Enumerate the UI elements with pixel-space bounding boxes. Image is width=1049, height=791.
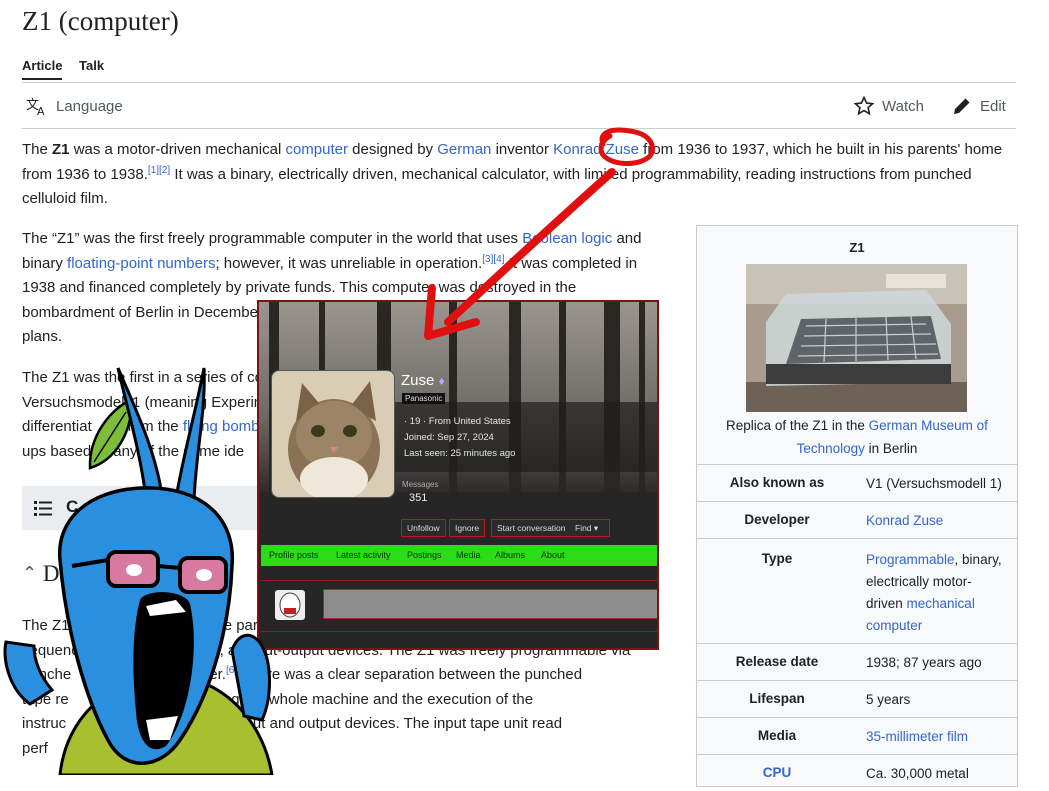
tab-about[interactable]: About — [541, 550, 565, 560]
reference-link[interactable]: [3][4] — [482, 254, 504, 265]
post-input[interactable] — [323, 589, 657, 619]
page-title: Z1 (computer) — [22, 6, 179, 36]
reference-link[interactable]: [6] — [226, 665, 237, 676]
tab-article[interactable]: Article — [22, 58, 63, 80]
pencil-icon — [954, 98, 970, 114]
reference-link[interactable]: [7] — [205, 739, 216, 750]
tab-media[interactable]: Media — [456, 550, 481, 560]
tab-albums[interactable]: Albums — [495, 550, 525, 560]
tab-latest-activity[interactable]: Latest activity — [336, 550, 391, 560]
infobox-row: Developer Konrad Zuse — [697, 501, 1017, 538]
infobox-caption: Replica of the Z1 in the German Museum o… — [726, 418, 988, 456]
profile-tabs: Profile posts Latest activity Postings M… — [261, 545, 657, 566]
link-computer-type[interactable]: computer — [866, 618, 922, 633]
watch-label: Watch — [882, 97, 924, 115]
paragraph-intro: The Z1 was a motor-driven mechanical com… — [22, 141, 1003, 207]
profile-location: · 19 · From United States — [404, 416, 511, 427]
link-flying-bomb[interactable]: flying bomb — [183, 418, 260, 435]
ignore-button[interactable]: Ignore — [449, 519, 486, 537]
link-computer[interactable]: computer — [285, 141, 348, 158]
section-title: D — [42, 561, 60, 586]
list-icon — [34, 501, 52, 516]
profile-badge: Panasonic — [402, 393, 446, 404]
chevron-up-icon: ⌃ — [22, 563, 38, 583]
infobox-row: Also known as V1 (Versuchsmodell 1) — [697, 464, 1017, 501]
profile-joined: Joined: Sep 27, 2024 — [404, 432, 494, 443]
profile-post-composer — [261, 580, 657, 632]
page-tabs: Article Talk — [22, 58, 1016, 83]
infobox-row: Release date 1938; 87 years ago — [697, 643, 1017, 680]
infobox-row: CPU Ca. 30,000 metal — [697, 754, 1017, 791]
svg-text:A: A — [37, 105, 45, 116]
messages-label: Messages — [402, 480, 439, 489]
tab-postings[interactable]: Postings — [407, 550, 442, 560]
poster-avatar — [275, 590, 305, 620]
infobox: Z1 Replica of the Z1 in the German Museu… — [696, 225, 1018, 787]
language-button[interactable]: 文 A Language — [26, 96, 123, 117]
profile-username: Zuse ♦ — [401, 372, 445, 389]
link-german[interactable]: German — [437, 141, 491, 158]
table-of-contents-toggle[interactable]: C — [22, 486, 262, 530]
unfollow-button[interactable]: Unfollow — [401, 519, 446, 537]
messages-count[interactable]: 351 — [409, 492, 427, 504]
page-toolbar: 文 A Language Watch Edit — [22, 84, 1016, 129]
section-heading[interactable]: ⌃ D — [22, 561, 59, 587]
infobox-row: Media 35-millimeter film — [697, 717, 1017, 754]
link-konrad-zuse[interactable]: Konrad Zuse — [553, 141, 639, 158]
gem-icon: ♦ — [438, 374, 445, 388]
watch-button[interactable]: Watch — [854, 96, 924, 116]
translate-icon: 文 A — [26, 98, 45, 116]
toc-label: C — [66, 497, 79, 516]
z1-replica-image[interactable] — [746, 264, 967, 412]
edit-button[interactable]: Edit — [952, 96, 1006, 116]
link-35mm-film[interactable]: 35-millimeter film — [866, 726, 1011, 748]
reference-link[interactable]: [1][2] — [148, 165, 170, 176]
infobox-row: Lifespan 5 years — [697, 680, 1017, 717]
language-label: Language — [56, 97, 123, 115]
profile-last-seen: Last seen: 25 minutes ago — [404, 448, 516, 459]
tab-talk[interactable]: Talk — [79, 58, 104, 73]
profile-card-overlay: Zuse ♦ Panasonic · 19 · From United Stat… — [257, 300, 659, 650]
link-cpu[interactable]: CPU — [707, 765, 847, 780]
edit-label: Edit — [980, 97, 1006, 115]
link-developer[interactable]: Konrad Zuse — [866, 510, 1011, 532]
profile-avatar[interactable] — [271, 370, 395, 498]
star-icon — [854, 96, 874, 116]
link-mechanical[interactable]: mechanical — [907, 596, 975, 611]
tab-profile-posts[interactable]: Profile posts — [269, 550, 319, 560]
link-programmable[interactable]: Programmable — [866, 552, 955, 567]
link-boolean-logic[interactable]: Boolean logic — [522, 230, 612, 247]
find-menu-button[interactable]: Find ▾ — [570, 519, 610, 537]
infobox-title: Z1 — [849, 240, 865, 255]
infobox-row: Type Programmable, binary, electrically … — [697, 538, 1017, 643]
link-floating-point[interactable]: floating-point numbers — [67, 255, 215, 272]
